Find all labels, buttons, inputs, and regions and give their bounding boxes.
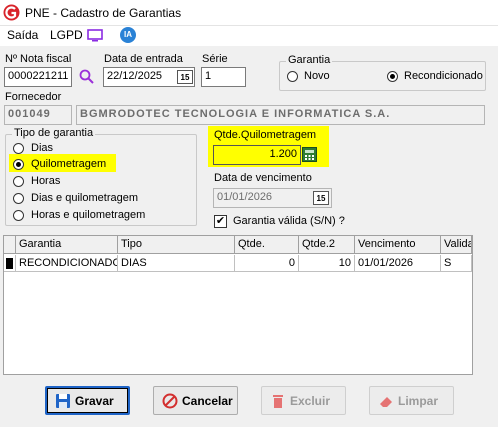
cancelar-button[interactable]: Cancelar <box>153 386 238 415</box>
radio-horas-label[interactable]: Horas <box>31 175 60 187</box>
fornecedor-label: Fornecedor <box>5 91 62 103</box>
radio-quilometragem[interactable] <box>13 159 24 170</box>
grid-header-valida[interactable]: Valida <box>441 236 472 254</box>
qtde-km-label: Qtde.Quilometragem <box>214 129 317 141</box>
grid-cell-garantia[interactable]: RECONDICIONADO <box>16 255 118 272</box>
grid-cell-qtde[interactable]: 0 <box>235 255 299 272</box>
current-row-marker-icon <box>6 258 13 269</box>
radio-dias[interactable] <box>13 143 24 154</box>
data-entrada-label: Data de entrada <box>104 53 183 65</box>
menu-item-saida[interactable]: Saída <box>7 28 38 42</box>
calendar-icon[interactable]: 15 <box>177 70 193 84</box>
excluir-button[interactable]: Excluir <box>261 386 346 415</box>
cancel-icon <box>162 393 178 408</box>
serie-input[interactable]: 1 <box>201 67 246 87</box>
grid-cell-tipo[interactable]: DIAS <box>118 255 235 272</box>
grid-cell-qtde2[interactable]: 10 <box>299 255 355 272</box>
serie-label: Série <box>202 53 228 65</box>
window-title: PNE - Cadastro de Garantias <box>25 6 182 20</box>
grid-cell-valida[interactable]: S <box>441 255 472 272</box>
app-logo-icon <box>3 4 20 21</box>
garantia-valida-label[interactable]: Garantia válida (S/N) ? <box>233 215 345 227</box>
calculator-icon[interactable] <box>302 147 317 162</box>
radio-dias-label[interactable]: Dias <box>31 142 53 154</box>
radio-dias-e-quilometragem-label[interactable]: Dias e quilometragem <box>31 192 138 204</box>
excluir-button-label: Excluir <box>290 393 331 408</box>
qtde-km-input[interactable]: 1.200 <box>213 145 301 165</box>
menu-item-lgpd[interactable]: LGPD <box>50 28 83 42</box>
save-icon <box>56 393 70 408</box>
data-vencimento-label: Data de vencimento <box>214 172 312 184</box>
radio-dias-e-quilometragem[interactable] <box>13 193 24 204</box>
nota-fiscal-label: Nº Nota fiscal <box>5 53 72 65</box>
grid-header-qtde2[interactable]: Qtde.2 <box>299 236 355 254</box>
eraser-icon <box>380 396 392 407</box>
cancelar-button-label: Cancelar <box>182 393 233 408</box>
radio-horas-e-quilometragem[interactable] <box>13 210 24 221</box>
limpar-button[interactable]: Limpar <box>369 386 454 415</box>
tipo-garantia-title: Tipo de garantia <box>12 127 96 139</box>
radio-quilometragem-label[interactable]: Quilometragem <box>31 158 106 170</box>
grid-header-tipo[interactable]: Tipo <box>118 236 235 254</box>
gravar-button-label: Gravar <box>75 393 114 408</box>
trash-icon <box>273 394 283 408</box>
garantia-valida-checkbox[interactable]: ✔ <box>214 215 227 228</box>
radio-novo[interactable] <box>287 71 298 82</box>
radio-novo-label[interactable]: Novo <box>304 70 330 82</box>
grid-cell-vencimento[interactable]: 01/01/2026 <box>355 255 441 272</box>
grid-header-vencimento[interactable]: Vencimento <box>355 236 441 254</box>
search-icon[interactable] <box>79 69 95 85</box>
radio-horas[interactable] <box>13 176 24 187</box>
nota-fiscal-input[interactable]: 0000221211 <box>4 67 72 87</box>
calendar-icon[interactable]: 15 <box>313 191 329 205</box>
garantias-grid[interactable]: Garantia Tipo Qtde. Qtde.2 Vencimento Va… <box>3 235 473 375</box>
monitor-icon[interactable] <box>87 29 103 42</box>
fornecedor-code-field: 001049 <box>4 105 72 125</box>
row-indicator[interactable] <box>4 255 16 272</box>
limpar-button-label: Limpar <box>398 393 439 408</box>
grid-header-garantia[interactable]: Garantia <box>16 236 118 254</box>
radio-recondicionado-label[interactable]: Recondicionado <box>404 70 483 82</box>
ia-icon[interactable]: IA <box>120 27 136 43</box>
grid-header-qtde[interactable]: Qtde. <box>235 236 299 254</box>
garantia-group-title: Garantia <box>286 54 333 66</box>
grid-corner <box>4 236 16 254</box>
fornecedor-name-field: BGMRODOTEC TECNOLOGIA E INFORMATICA S.A. <box>76 105 485 125</box>
radio-recondicionado[interactable] <box>387 71 398 82</box>
gravar-button[interactable]: Gravar <box>45 386 130 415</box>
radio-horas-e-quilometragem-label[interactable]: Horas e quilometragem <box>31 209 145 221</box>
